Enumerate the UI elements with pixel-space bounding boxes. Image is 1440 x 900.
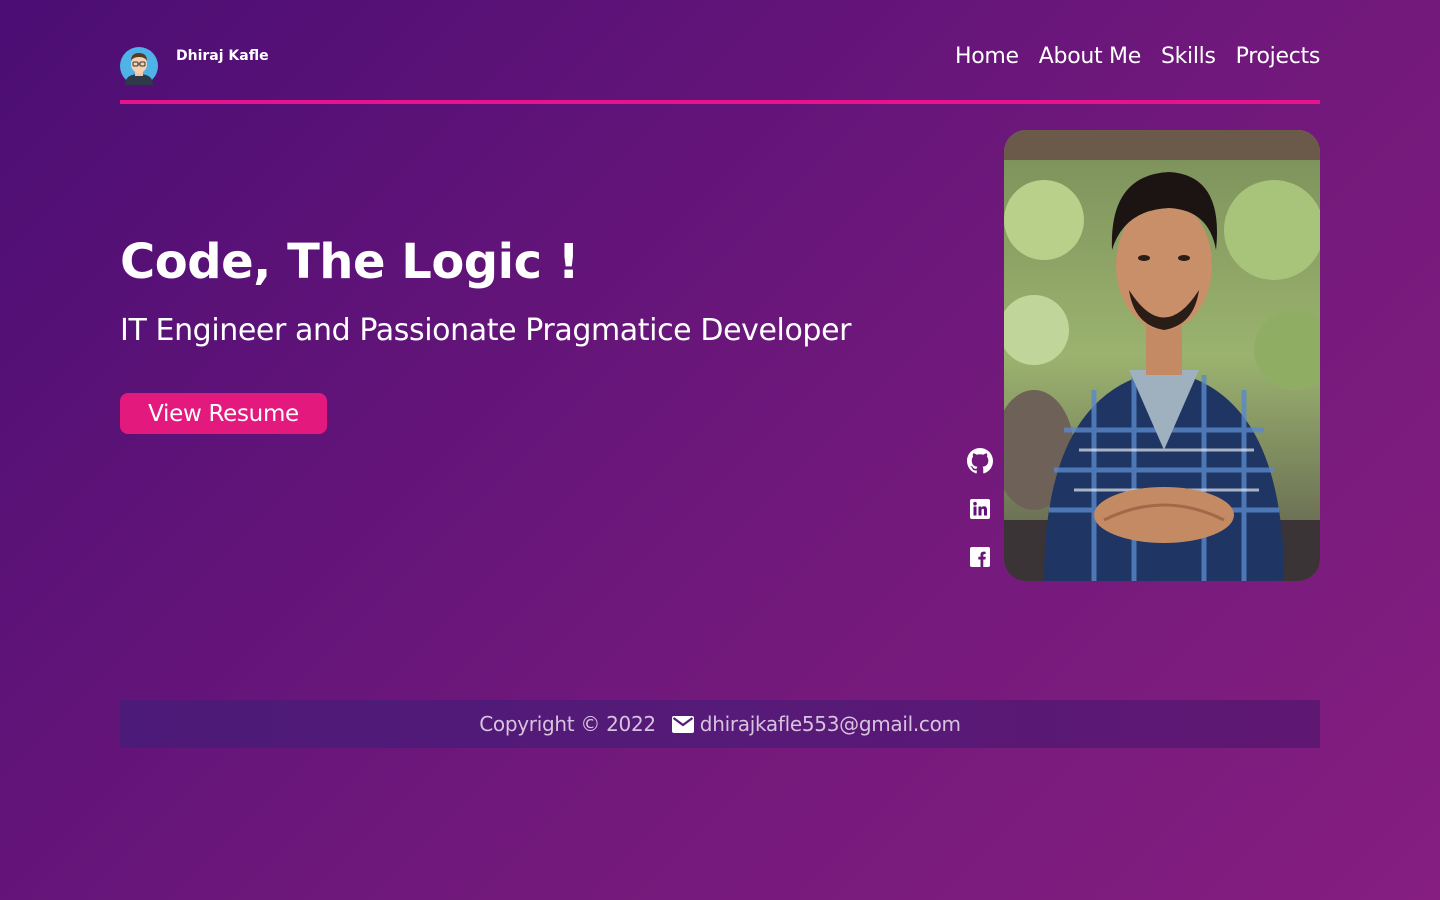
email-link[interactable]: dhirajkafle553@gmail.com xyxy=(671,712,961,736)
facebook-icon xyxy=(970,547,990,567)
developer-avatar-icon[interactable] xyxy=(120,47,158,85)
email-address[interactable]: dhirajkafle553@gmail.com xyxy=(700,712,961,736)
header-divider xyxy=(120,100,1320,104)
hero-subtitle: IT Engineer and Passionate Pragmatice De… xyxy=(120,313,852,348)
main-nav: Home About Me Skills Projects xyxy=(955,44,1320,69)
mail-icon xyxy=(671,715,694,733)
nav-skills[interactable]: Skills xyxy=(1161,44,1216,69)
linkedin-link[interactable] xyxy=(966,495,994,523)
github-icon xyxy=(967,448,993,474)
github-link[interactable] xyxy=(966,447,994,475)
copyright-text: Copyright © 2022 xyxy=(479,712,656,736)
brand-name[interactable]: Dhiraj Kafle xyxy=(176,48,269,64)
profile-photo-illustration xyxy=(1004,130,1320,581)
view-resume-button[interactable]: View Resume xyxy=(120,393,327,434)
linkedin-icon xyxy=(970,499,990,519)
nav-home[interactable]: Home xyxy=(955,44,1019,69)
facebook-link[interactable] xyxy=(966,543,994,571)
profile-photo xyxy=(1004,130,1320,581)
site-footer: Copyright © 2022 dhirajkafle553@gmail.co… xyxy=(120,700,1320,748)
nav-projects[interactable]: Projects xyxy=(1236,44,1321,69)
nav-about-me[interactable]: About Me xyxy=(1039,44,1141,69)
hero-title: Code, The Logic ! xyxy=(120,234,580,290)
site-header: Dhiraj Kafle Home About Me Skills Projec… xyxy=(120,40,1320,100)
